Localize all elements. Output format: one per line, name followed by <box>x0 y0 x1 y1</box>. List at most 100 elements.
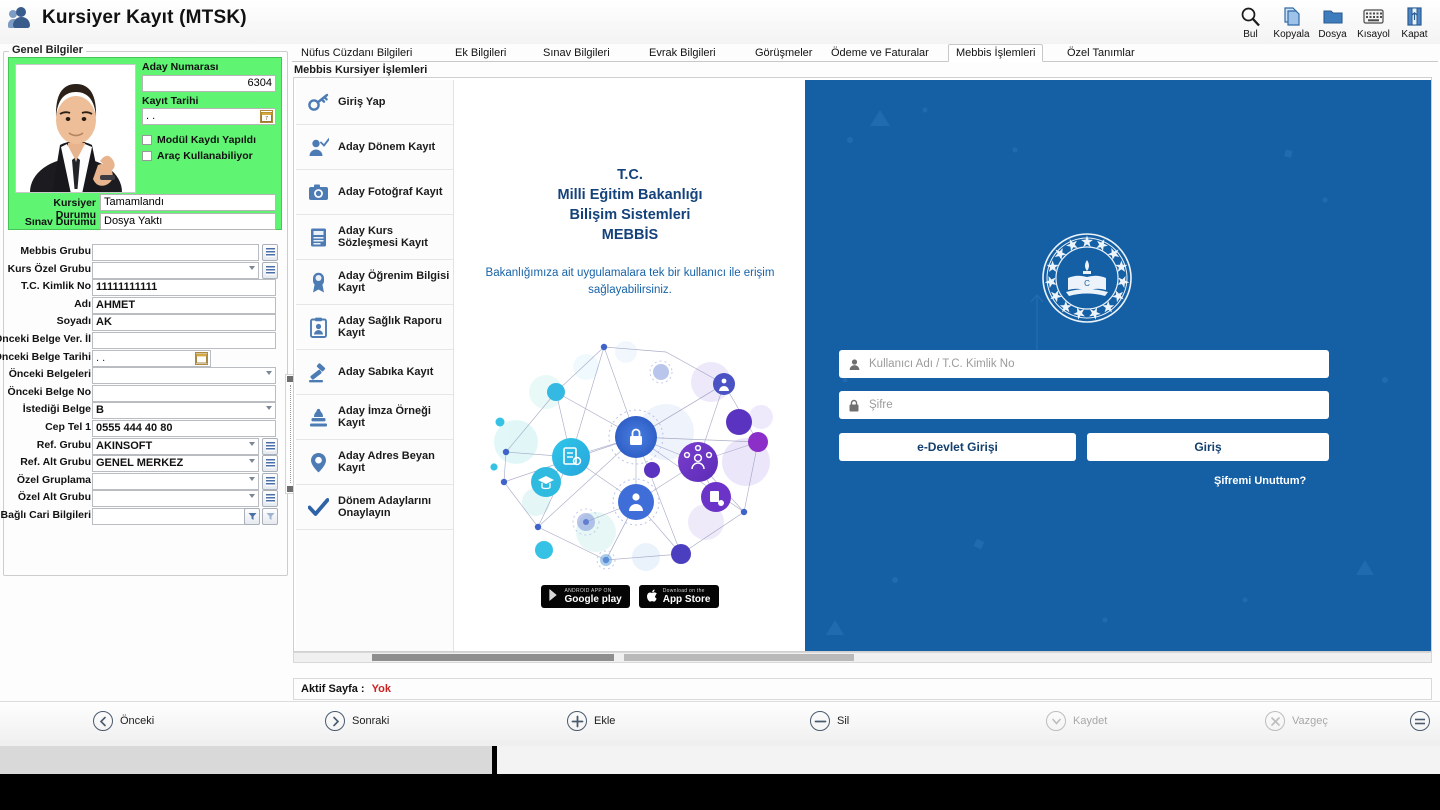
menu-item-2[interactable]: Aday Fotoğraf Kayıt <box>296 170 453 215</box>
application-window: Kursiyer Kayıt (MTSK) Bul Kopyala Dosya <box>0 0 1440 740</box>
calendar-icon[interactable]: 7 <box>260 110 273 123</box>
chevron-down-icon[interactable] <box>249 265 255 270</box>
form-row: T.C. Kimlik No 11111111111 <box>3 279 288 297</box>
password-field[interactable]: Şifre <box>839 391 1329 419</box>
file-label: Dosya <box>1318 29 1347 40</box>
field-input[interactable]: AKINSOFT <box>92 437 259 455</box>
field-input[interactable] <box>92 384 276 402</box>
forgot-password-link[interactable]: Şifremi Unuttum? <box>1214 475 1306 487</box>
menu-item-6[interactable]: Aday Sabıka Kayıt <box>296 350 453 395</box>
tab-7[interactable]: Özel Tanımlar <box>1060 44 1142 62</box>
arac-kullanabiliyor-checkbox[interactable] <box>142 151 152 161</box>
menu-item-8[interactable]: Aday Adres Beyan Kayıt <box>296 440 453 485</box>
field-input[interactable] <box>92 261 259 279</box>
chevron-down-icon[interactable] <box>266 371 272 376</box>
list-picker-button[interactable] <box>262 244 278 261</box>
field-input[interactable] <box>92 490 259 508</box>
chevron-down-icon[interactable] <box>249 494 255 499</box>
field-label: Ref. Grubu <box>36 438 91 451</box>
field-input[interactable] <box>92 508 259 525</box>
chevron-down-icon[interactable] <box>249 476 255 481</box>
arac-kullanabiliyor-checkbox-row[interactable]: Araç Kullanabiliyor <box>142 150 253 162</box>
close-button[interactable]: Kapat <box>1395 2 1434 42</box>
page-title: Kursiyer Kayıt (MTSK) <box>42 7 247 28</box>
list-picker-button[interactable] <box>262 472 278 490</box>
overflow-menu-button[interactable] <box>1410 708 1430 734</box>
chevron-down-icon[interactable] <box>249 441 255 446</box>
menu-item-7[interactable]: Aday İmza Örneği Kayıt <box>296 395 453 440</box>
webview-horizontal-scrollbar[interactable] <box>293 652 1432 663</box>
menu-item-0[interactable]: Giriş Yap <box>296 80 453 125</box>
status-bar: Aktif Sayfa : Yok <box>293 678 1432 700</box>
command-label: Ekle <box>594 715 616 727</box>
keyboard-icon <box>1362 5 1385 28</box>
aday-numarasi-input[interactable]: 6304 <box>142 75 276 92</box>
list-picker-button[interactable] <box>262 261 278 279</box>
menu-item-9[interactable]: Dönem Adaylarını Onaylayın <box>296 485 453 530</box>
command-label: Sonraki <box>352 715 390 727</box>
modul-kaydi-checkbox-row[interactable]: Modül Kaydı Yapıldı <box>142 134 256 146</box>
hscroll-thumb-1[interactable] <box>372 654 614 661</box>
field-input[interactable]: AK <box>92 314 276 332</box>
field-input[interactable]: 11111111111 <box>92 279 276 297</box>
find-button[interactable]: Bul <box>1231 2 1270 42</box>
tab-3[interactable]: Evrak Bilgileri <box>642 44 723 62</box>
shortcut-button[interactable]: Kısayol <box>1354 2 1393 42</box>
general-info-panel: Genel Bilgiler Aday Numarası 6304 Kayıt … <box>0 44 296 699</box>
field-input[interactable] <box>92 244 259 261</box>
clear-filter-button[interactable] <box>262 508 278 525</box>
chevron-down-icon[interactable] <box>249 459 255 464</box>
tab-0[interactable]: Nüfus Cüzdanı Bilgileri <box>294 44 419 62</box>
panel-subheader: Mebbis Kursiyer İşlemleri <box>294 64 428 76</box>
tab-2[interactable]: Sınav Bilgileri <box>536 44 617 62</box>
chevron-right-circle-icon <box>325 711 345 731</box>
copy-button[interactable]: Kopyala <box>1272 2 1311 42</box>
tab-6[interactable]: Mebbis İşlemleri <box>948 44 1044 62</box>
field-input[interactable]: 0555 444 40 80 <box>92 420 276 437</box>
tab-1[interactable]: Ek Bilgileri <box>448 44 513 62</box>
menu-item-5[interactable]: Aday Sağlık Raporu Kayıt <box>296 305 453 350</box>
kayit-tarihi-input[interactable]: . . <box>142 108 276 125</box>
menu-item-4[interactable]: Aday Öğrenim Bilgisi Kayıt <box>296 260 453 305</box>
field-label: Özel Alt Grubu <box>17 491 91 504</box>
exit-door-icon <box>1404 5 1425 28</box>
command-nceki-button[interactable]: Önceki <box>93 708 154 734</box>
modul-kaydi-checkbox[interactable] <box>142 135 152 145</box>
command-sonraki-button[interactable]: Sonraki <box>325 708 389 734</box>
menu-item-1[interactable]: Aday Dönem Kayıt <box>296 125 453 170</box>
list-picker-button[interactable] <box>262 455 278 473</box>
sinav-durumu-value[interactable]: Dosya Yaktı <box>100 213 276 230</box>
google-play-badge[interactable]: ANDROID APP ON Google play <box>541 585 630 608</box>
menu-item-3[interactable]: Aday Kurs Sözleşmesi Kayıt <box>296 215 453 260</box>
meb-heading-line-1: T.C. <box>617 167 643 183</box>
command-ekle-button[interactable]: Ekle <box>567 708 615 734</box>
field-input[interactable]: . . <box>92 349 211 367</box>
search-icon <box>1240 5 1261 28</box>
field-input[interactable]: B <box>92 402 276 420</box>
tab-label: Ek Bilgileri <box>455 47 507 59</box>
list-picker-button[interactable] <box>262 437 278 455</box>
meb-description: Bakanlığımıza ait uygulamalara tek bir k… <box>485 267 775 296</box>
list-picker-button[interactable] <box>262 490 278 508</box>
app-store-badge[interactable]: Download on the App Store <box>638 585 719 608</box>
field-input[interactable] <box>92 472 259 490</box>
filter-button[interactable] <box>244 508 260 525</box>
form-row: Ref. Alt Grubu GENEL MERKEZ <box>3 455 288 473</box>
menu-item-label: Aday Öğrenim Bilgisi Kayıt <box>338 270 450 294</box>
menu-item-label: Giriş Yap <box>338 96 386 108</box>
tab-5[interactable]: Ödeme ve Faturalar <box>824 44 936 62</box>
username-field[interactable]: Kullanıcı Adı / T.C. Kimlik No <box>839 350 1329 378</box>
kursiyer-durumu-value[interactable]: Tamamlandı <box>100 194 276 211</box>
calendar-icon[interactable] <box>195 351 208 365</box>
hscroll-thumb-2[interactable] <box>624 654 854 661</box>
login-button[interactable]: Giriş <box>1087 433 1329 461</box>
field-input[interactable] <box>92 332 276 349</box>
field-input[interactable]: AHMET <box>92 296 276 314</box>
command-sil-button[interactable]: Sil <box>810 708 849 734</box>
file-button[interactable]: Dosya <box>1313 2 1352 42</box>
tab-4[interactable]: Görüşmeler <box>748 44 819 62</box>
chevron-down-icon[interactable] <box>266 406 272 411</box>
edevlet-login-button[interactable]: e-Devlet Girişi <box>839 433 1076 461</box>
field-input[interactable]: GENEL MERKEZ <box>92 455 259 473</box>
field-input[interactable] <box>92 367 276 385</box>
